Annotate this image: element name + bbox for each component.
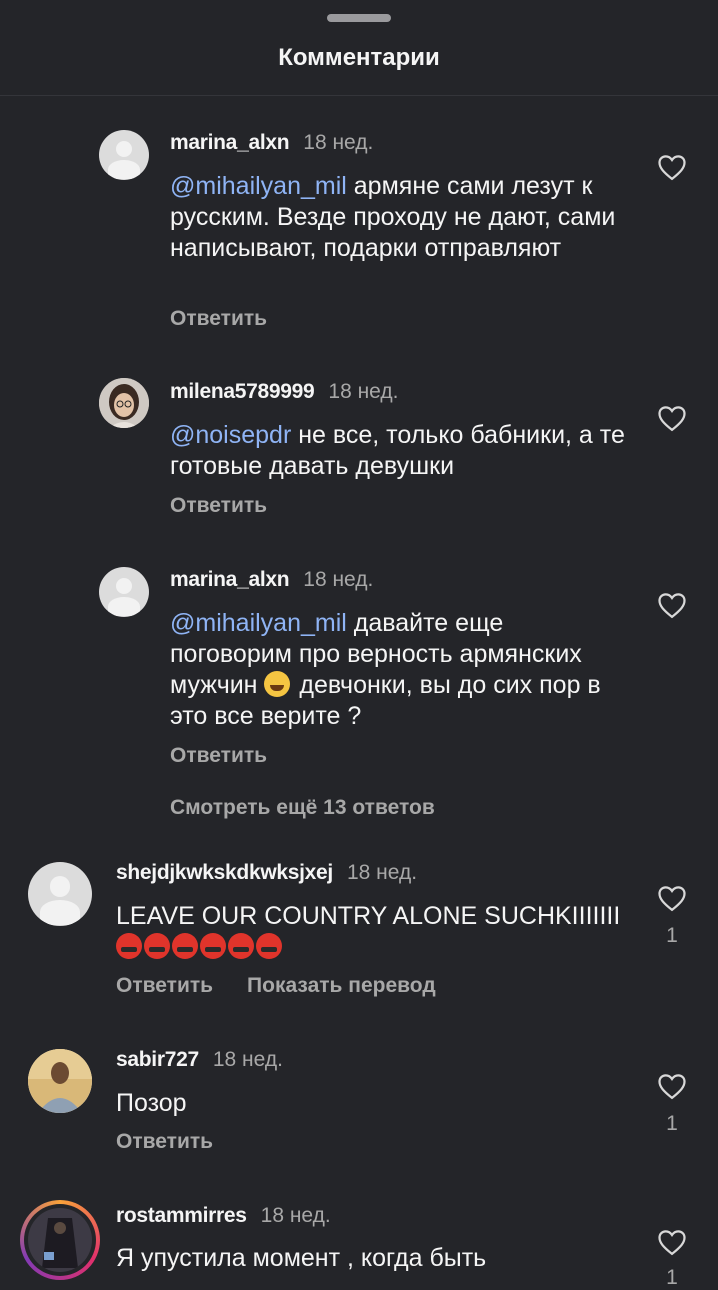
header-divider xyxy=(0,95,718,96)
comment-text: LEAVE OUR COUNTRY ALONE SUCHKIIIIIII xyxy=(116,901,636,963)
comment-meta: marina_alxn 18 нед. xyxy=(170,131,373,155)
comment-body: Я упустила момент , когда быть xyxy=(116,1244,487,1272)
username[interactable]: rostammirres xyxy=(116,1204,247,1227)
username[interactable]: shejdjkwkskdkwksjxej xyxy=(116,861,333,884)
drag-handle[interactable] xyxy=(327,14,391,22)
angry-emoji-icon xyxy=(172,933,198,959)
comment-meta: milena5789999 18 нед. xyxy=(170,380,399,404)
laughing-emoji-icon xyxy=(264,671,291,697)
username[interactable]: marina_alxn xyxy=(170,131,290,154)
comment-actions: Ответить Показать перевод xyxy=(116,974,470,998)
reply-button[interactable]: Ответить xyxy=(116,974,213,997)
heart-icon[interactable] xyxy=(657,153,687,181)
comment-actions: Ответить xyxy=(170,307,301,331)
comment-actions: Ответить xyxy=(170,494,301,518)
avatar[interactable] xyxy=(99,378,149,428)
heart-icon[interactable] xyxy=(657,1072,687,1100)
like-count: 1 xyxy=(666,1266,678,1289)
user-photo-icon xyxy=(99,378,149,428)
mention-link[interactable]: @noisepdr xyxy=(170,421,291,449)
avatar[interactable] xyxy=(99,130,149,180)
comment-meta: shejdjkwkskdkwksjxej 18 нед. xyxy=(116,861,417,885)
avatar[interactable] xyxy=(28,862,92,926)
comment-text: @mihailyan_mil давайте еще поговорим про… xyxy=(170,608,620,732)
like-count: 1 xyxy=(666,924,678,947)
heart-icon[interactable] xyxy=(657,1228,687,1256)
reply-button[interactable]: Ответить xyxy=(116,1130,213,1153)
comment-text: @mihailyan_mil армяне сами лезут к русск… xyxy=(170,171,640,264)
avatar[interactable] xyxy=(28,1049,92,1113)
reply-button[interactable]: Ответить xyxy=(170,744,267,767)
timestamp: 18 нед. xyxy=(328,380,399,403)
timestamp: 18 нед. xyxy=(260,1204,331,1227)
comment-meta: marina_alxn 18 нед. xyxy=(170,568,373,592)
user-photo-icon xyxy=(28,1208,92,1272)
user-photo-icon xyxy=(28,1049,92,1113)
comment-meta: sabir727 18 нед. xyxy=(116,1048,283,1072)
comment-actions: Ответить xyxy=(116,1130,247,1154)
show-translation-button[interactable]: Показать перевод xyxy=(247,974,436,997)
timestamp: 18 нед. xyxy=(303,568,374,591)
username[interactable]: marina_alxn xyxy=(170,568,290,591)
timestamp: 18 нед. xyxy=(303,131,374,154)
emoji-row xyxy=(116,932,636,963)
comment-body: Позор xyxy=(116,1089,187,1117)
username[interactable]: sabir727 xyxy=(116,1048,199,1071)
mention-link[interactable]: @mihailyan_mil xyxy=(170,609,347,637)
timestamp: 18 нед. xyxy=(346,861,418,884)
like-count: 1 xyxy=(666,1112,678,1135)
view-more-replies-button[interactable]: Смотреть ещё 13 ответов xyxy=(170,796,435,820)
comment-actions: Ответить xyxy=(170,744,301,768)
angry-emoji-icon xyxy=(144,933,170,959)
username[interactable]: milena5789999 xyxy=(170,380,315,403)
angry-emoji-icon xyxy=(228,933,254,959)
angry-emoji-icon xyxy=(116,933,142,959)
heart-icon[interactable] xyxy=(657,591,687,619)
avatar[interactable] xyxy=(99,567,149,617)
mention-link[interactable]: @mihailyan_mil xyxy=(170,172,347,200)
page-title: Комментарии xyxy=(278,44,440,71)
avatar-story-ring[interactable] xyxy=(20,1200,100,1280)
comment-text: Позор xyxy=(116,1088,636,1119)
comment-meta: rostammirres 18 нед. xyxy=(116,1204,331,1228)
heart-icon[interactable] xyxy=(657,884,687,912)
angry-emoji-icon xyxy=(256,933,282,959)
reply-button[interactable]: Ответить xyxy=(170,494,267,517)
comment-text: Я упустила момент , когда быть xyxy=(116,1243,636,1274)
angry-emoji-icon xyxy=(200,933,226,959)
comment-body: LEAVE OUR COUNTRY ALONE SUCHKIIIIIII xyxy=(116,902,621,930)
comment-text: @noisepdr не все, только бабники, а те г… xyxy=(170,420,640,482)
timestamp: 18 нед. xyxy=(212,1048,283,1071)
reply-button[interactable]: Ответить xyxy=(170,307,267,330)
heart-icon[interactable] xyxy=(657,404,687,432)
